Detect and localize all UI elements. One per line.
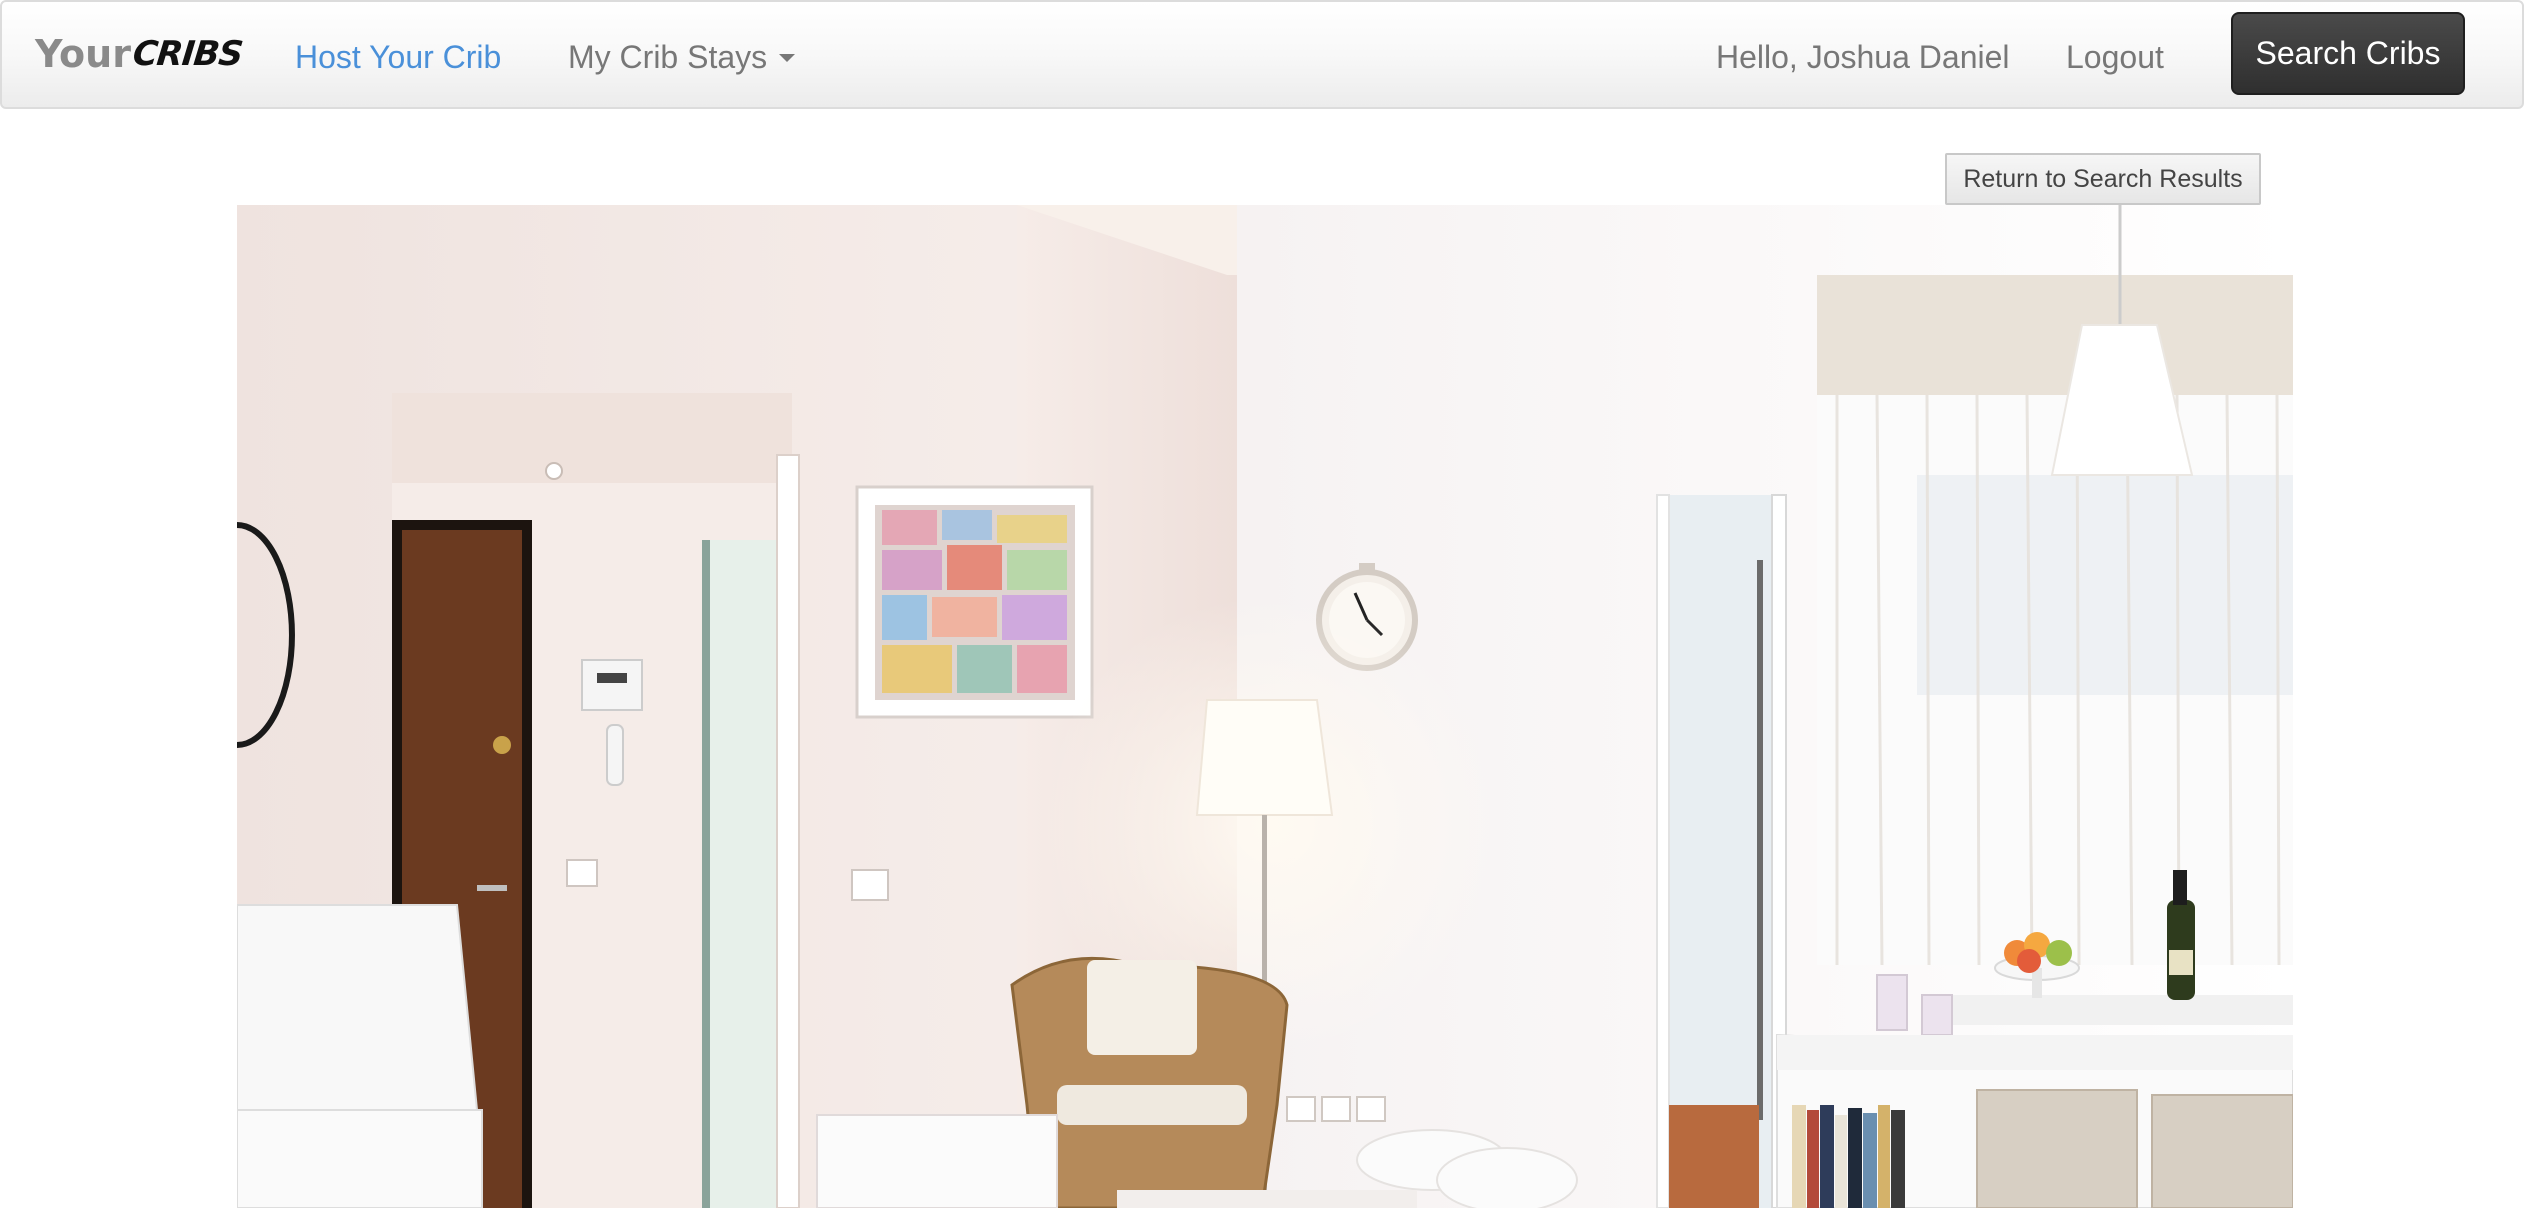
host-your-crib-link[interactable]: Host Your Crib xyxy=(295,32,501,82)
listing-photo-illustration xyxy=(237,205,2293,1208)
brand-cribs: CRIBS xyxy=(130,34,245,74)
my-crib-stays-dropdown[interactable]: My Crib Stays xyxy=(568,32,796,82)
my-crib-stays-label: My Crib Stays xyxy=(568,39,768,75)
user-greeting: Hello, Joshua Daniel xyxy=(1716,39,2010,75)
brand-logo[interactable]: Your CRIBS xyxy=(35,29,245,79)
search-cribs-button[interactable]: Search Cribs xyxy=(2231,12,2465,95)
brand-your: Your xyxy=(35,32,131,76)
top-navbar: Your CRIBS Host Your Crib My Crib Stays … xyxy=(0,0,2524,109)
logout-link[interactable]: Logout xyxy=(2066,32,2164,82)
return-to-search-results-button[interactable]: Return to Search Results xyxy=(1945,153,2261,205)
listing-photo xyxy=(237,205,2293,1208)
caret-down-icon xyxy=(779,53,796,62)
